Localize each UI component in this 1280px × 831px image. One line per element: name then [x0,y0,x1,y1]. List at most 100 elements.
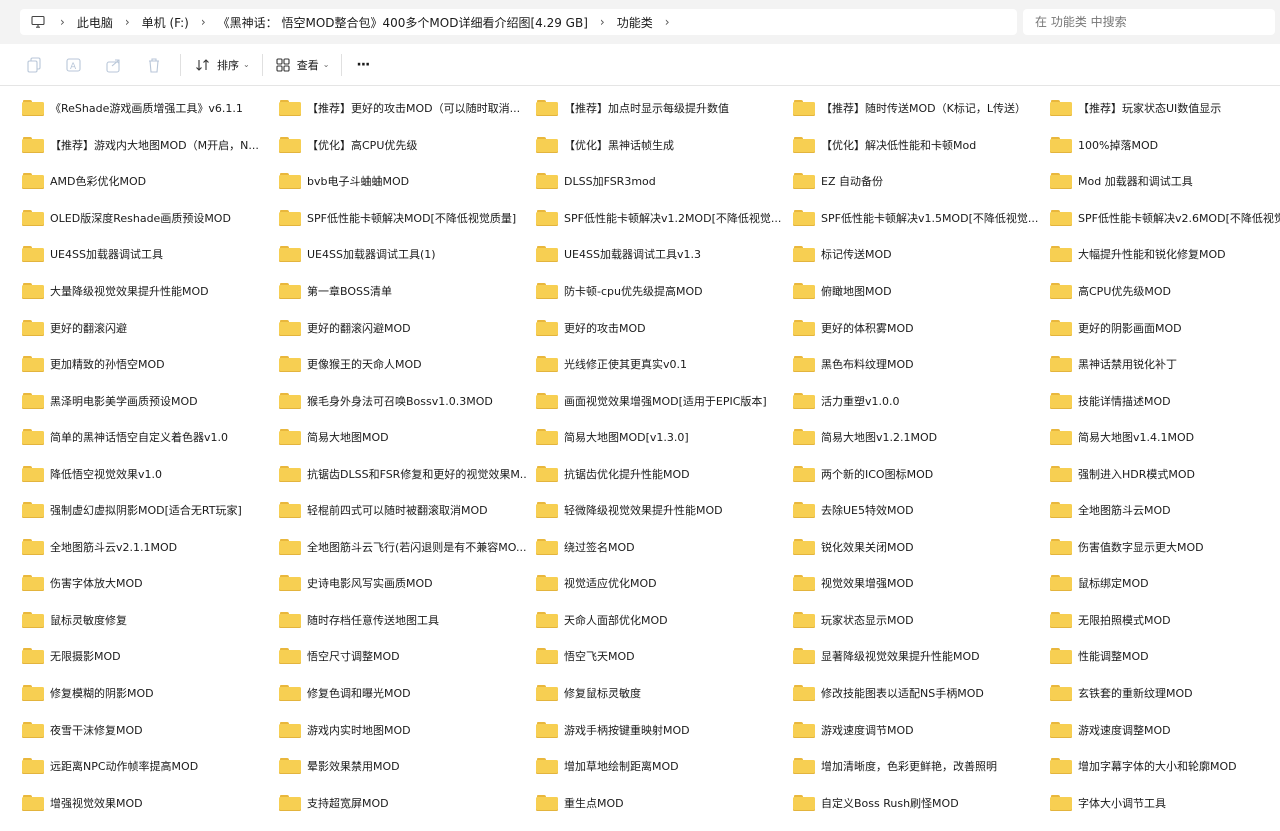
folder-item[interactable]: 伤害值数字显示更大MOD [1050,529,1280,566]
folder-item[interactable]: 更好的翻滚闪避MOD [279,309,536,346]
folder-item[interactable]: 【推荐】随时传送MOD（K标记，L传送） [793,90,1050,127]
breadcrumb-this-pc[interactable]: 此电脑 [77,14,113,31]
folder-item[interactable]: 简易大地图MOD [279,419,536,456]
folder-item[interactable]: 增加字幕字体的大小和轮廓MOD [1050,748,1280,785]
folder-item[interactable]: 字体大小调节工具 [1050,784,1280,821]
folder-item[interactable]: UE4SS加载器调试工具 [22,236,279,273]
folder-item[interactable]: 鼠标灵敏度修复 [22,602,279,639]
folder-item[interactable]: 轻棍前四式可以随时被翻滚取消MOD [279,492,536,529]
folder-item[interactable]: 100%掉落MOD [1050,127,1280,164]
folder-item[interactable]: UE4SS加载器调试工具(1) [279,236,536,273]
folder-item[interactable]: 自定义Boss Rush刷怪MOD [793,784,1050,821]
folder-item[interactable]: 第一章BOSS清单 [279,273,536,310]
folder-item[interactable]: 晕影效果禁用MOD [279,748,536,785]
folder-item[interactable]: 活力重塑v1.0.0 [793,382,1050,419]
folder-item[interactable]: 修复色调和曝光MOD [279,675,536,712]
folder-item[interactable]: EZ 自动备份 [793,163,1050,200]
folder-item[interactable]: 轻微降级视觉效果提升性能MOD [536,492,793,529]
folder-item[interactable]: 修复鼠标灵敏度 [536,675,793,712]
breadcrumb-drive[interactable]: 单机 (F:) [142,14,189,31]
folder-item[interactable]: DLSS加FSR3mod [536,163,793,200]
folder-item[interactable]: 【推荐】更好的攻击MOD（可以随时取消... [279,90,536,127]
folder-item[interactable]: 降低悟空视觉效果v1.0 [22,455,279,492]
folder-item[interactable]: 玩家状态显示MOD [793,602,1050,639]
chevron-right-icon[interactable]: › [125,16,130,28]
folder-item[interactable]: 防卡顿-cpu优先级提高MOD [536,273,793,310]
folder-item[interactable]: 猴毛身外身法可召唤Bossv1.0.3MOD [279,382,536,419]
breadcrumb-folder[interactable]: 《黑神话： 悟空MOD整合包》400多个MOD详细看介绍图[4.29 GB] [218,14,588,31]
view-button[interactable]: 查看 ⌄ [275,51,329,79]
folder-item[interactable]: 更像猴王的天命人MOD [279,346,536,383]
more-options-button[interactable]: ··· [356,57,370,73]
folder-item[interactable]: 黑泽明电影美学画质预设MOD [22,382,279,419]
folder-item[interactable]: 俯瞰地图MOD [793,273,1050,310]
search-input[interactable] [1035,15,1275,29]
folder-item[interactable]: 高CPU优先级MOD [1050,273,1280,310]
folder-item[interactable]: AMD色彩优化MOD [22,163,279,200]
folder-item[interactable]: 更加精致的孙悟空MOD [22,346,279,383]
folder-item[interactable]: 天命人面部优化MOD [536,602,793,639]
folder-item[interactable]: 更好的阴影画面MOD [1050,309,1280,346]
folder-item[interactable]: 大量降级视觉效果提升性能MOD [22,273,279,310]
folder-item[interactable]: 【推荐】加点时显示每级提升数值 [536,90,793,127]
folder-item[interactable]: 悟空尺寸调整MOD [279,638,536,675]
folder-item[interactable]: 【优化】高CPU优先级 [279,127,536,164]
computer-icon[interactable] [30,14,46,30]
folder-item[interactable]: 性能调整MOD [1050,638,1280,675]
folder-item[interactable]: 无限拍照模式MOD [1050,602,1280,639]
address-bar[interactable]: › 此电脑 › 单机 (F:) › 《黑神话： 悟空MOD整合包》400多个MO… [20,9,1017,35]
folder-item[interactable]: 史诗电影风写实画质MOD [279,565,536,602]
folder-item[interactable]: 夜雪干沫修复MOD [22,711,279,748]
folder-item[interactable]: 黑神话禁用锐化补丁 [1050,346,1280,383]
folder-item[interactable]: 重生点MOD [536,784,793,821]
folder-item[interactable]: 【优化】黑神话帧生成 [536,127,793,164]
folder-item[interactable]: 支持超宽屏MOD [279,784,536,821]
folder-item[interactable]: 游戏速度调整MOD [1050,711,1280,748]
folder-item[interactable]: 修复模糊的阴影MOD [22,675,279,712]
chevron-right-icon[interactable]: › [600,16,605,28]
folder-item[interactable]: 鼠标绑定MOD [1050,565,1280,602]
folder-item[interactable]: Mod 加载器和调试工具 [1050,163,1280,200]
folder-item[interactable]: 游戏手柄按键重映射MOD [536,711,793,748]
folder-item[interactable]: SPF低性能卡顿解决v2.6MOD[不降低视觉... [1050,200,1280,237]
breadcrumb-current[interactable]: 功能类 [617,14,653,31]
folder-item[interactable]: 增加清晰度，色彩更鲜艳，改善照明 [793,748,1050,785]
share-icon[interactable] [106,57,122,73]
folder-item[interactable]: SPF低性能卡顿解决v1.2MOD[不降低视觉... [536,200,793,237]
folder-item[interactable]: 【优化】解决低性能和卡顿Mod [793,127,1050,164]
folder-item[interactable]: 玄铁套的重新纹理MOD [1050,675,1280,712]
delete-icon[interactable] [146,57,162,73]
folder-item[interactable]: 技能详情描述MOD [1050,382,1280,419]
chevron-right-icon[interactable]: › [665,16,670,28]
folder-item[interactable]: 全地图筋斗云v2.1.1MOD [22,529,279,566]
folder-item[interactable]: 抗锯齿优化提升性能MOD [536,455,793,492]
folder-item[interactable]: 锐化效果关闭MOD [793,529,1050,566]
chevron-right-icon[interactable]: › [60,16,65,28]
folder-item[interactable]: 大幅提升性能和锐化修复MOD [1050,236,1280,273]
folder-item[interactable]: 去除UE5特效MOD [793,492,1050,529]
folder-item[interactable]: 更好的翻滚闪避 [22,309,279,346]
folder-item[interactable]: 增强视觉效果MOD [22,784,279,821]
folder-item[interactable]: 随时存档任意传送地图工具 [279,602,536,639]
folder-item[interactable]: 无限摄影MOD [22,638,279,675]
folder-item[interactable]: 绕过签名MOD [536,529,793,566]
folder-item[interactable]: SPF低性能卡顿解决MOD[不降低视觉质量] [279,200,536,237]
sort-button[interactable]: 排序 ⌄ [195,51,250,79]
folder-item[interactable]: 简易大地图MOD[v1.3.0] [536,419,793,456]
folder-item[interactable]: 游戏内实时地图MOD [279,711,536,748]
folder-item[interactable]: 修改技能图表以适配NS手柄MOD [793,675,1050,712]
folder-item[interactable]: 光线修正使其更真实v0.1 [536,346,793,383]
folder-item[interactable]: SPF低性能卡顿解决v1.5MOD[不降低视觉... [793,200,1050,237]
folder-item[interactable]: 标记传送MOD [793,236,1050,273]
folder-item[interactable]: 强制进入HDR模式MOD [1050,455,1280,492]
folder-item[interactable]: 悟空飞天MOD [536,638,793,675]
folder-item[interactable]: 更好的体积雾MOD [793,309,1050,346]
folder-item[interactable]: 抗锯齿DLSS和FSR修复和更好的视觉效果M... [279,455,536,492]
folder-item[interactable]: 【推荐】游戏内大地图MOD（M开启，N... [22,127,279,164]
folder-item[interactable]: UE4SS加载器调试工具v1.3 [536,236,793,273]
folder-item[interactable]: 显著降级视觉效果提升性能MOD [793,638,1050,675]
folder-item[interactable]: 画面视觉效果增强MOD[适用于EPIC版本] [536,382,793,419]
copy-icon[interactable] [26,56,42,73]
folder-item[interactable]: 增加草地绘制距离MOD [536,748,793,785]
chevron-right-icon[interactable]: › [201,16,206,28]
